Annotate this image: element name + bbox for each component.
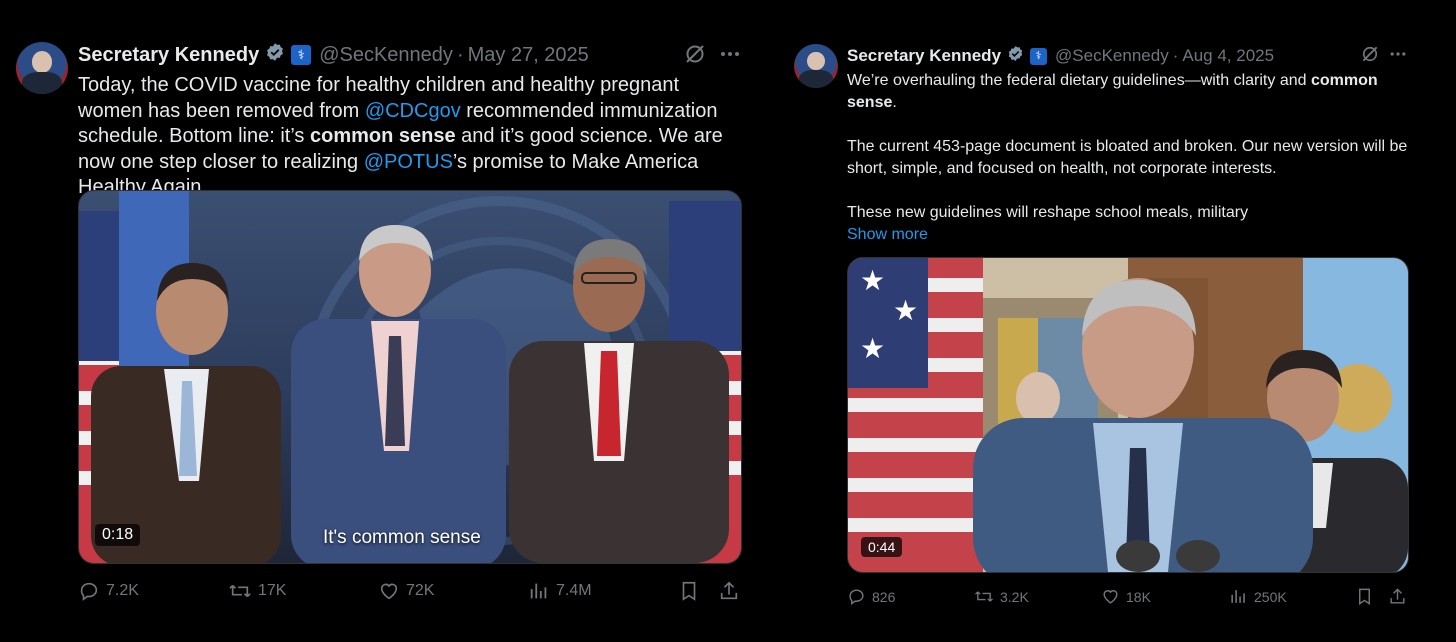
svg-text:★: ★ — [860, 333, 885, 364]
like-button[interactable]: 72K — [378, 580, 434, 602]
video-player[interactable]: ★ ★ ★ 0:44 — [847, 257, 1409, 573]
mention-link[interactable]: @CDCgov — [365, 100, 461, 122]
grok-icon[interactable] — [683, 42, 707, 71]
tweet-header: Secretary Kennedy ⚕ @SecKennedy · May 27… — [78, 42, 589, 68]
separator: · — [1172, 46, 1179, 65]
tweet-text: We’re overhauling the federal dietary gu… — [847, 70, 1412, 246]
reply-icon — [847, 587, 866, 606]
post-date[interactable]: May 27, 2025 — [468, 44, 589, 67]
text-part: We’re overhauling the federal dietary gu… — [847, 72, 1311, 89]
paragraph-1: We’re overhauling the federal dietary gu… — [847, 70, 1412, 114]
reply-count: 7.2K — [106, 582, 139, 599]
paragraph-2: The current 453-page document is bloated… — [847, 138, 1408, 177]
bookmark-icon[interactable] — [1355, 587, 1374, 609]
views-icon — [1229, 587, 1248, 606]
repost-button[interactable]: 17K — [228, 580, 286, 602]
share-icon[interactable] — [718, 580, 740, 607]
avatar[interactable] — [16, 42, 68, 94]
like-count: 72K — [406, 582, 435, 599]
repost-count: 17K — [258, 582, 287, 599]
author-handle[interactable]: @SecKennedy — [319, 44, 453, 67]
bold-text: common sense — [309, 125, 456, 147]
verified-badge-icon — [265, 42, 285, 68]
repost-icon — [228, 580, 252, 602]
more-icon[interactable] — [718, 42, 742, 71]
verified-badge-icon — [1007, 45, 1024, 67]
government-badge-icon: ⚕ — [1030, 47, 1048, 65]
show-more-link[interactable]: Show more — [847, 224, 1412, 246]
reply-button[interactable]: 7.2K — [78, 580, 139, 602]
video-frame: ★ ★ ★ — [848, 258, 1408, 572]
more-icon[interactable] — [1388, 44, 1408, 69]
views-count: 7.4M — [556, 582, 592, 599]
views-button[interactable]: 250K — [1229, 587, 1287, 606]
video-timer: 0:44 — [861, 537, 903, 557]
views-count: 250K — [1254, 588, 1287, 605]
avatar[interactable] — [794, 44, 838, 88]
author-handle[interactable]: @SecKennedy — [1055, 46, 1169, 66]
like-button[interactable]: 18K — [1101, 587, 1151, 606]
svg-text:★: ★ — [860, 265, 885, 296]
video-caption: It's common sense — [323, 527, 481, 548]
like-count: 18K — [1126, 588, 1151, 605]
bookmark-icon[interactable] — [678, 580, 700, 607]
paragraph-3: These new guidelines will reshape school… — [847, 204, 1249, 221]
mention-link[interactable]: @POTUS — [364, 151, 453, 173]
author-name[interactable]: Secretary Kennedy — [847, 46, 1001, 66]
views-button[interactable]: 7.4M — [528, 580, 592, 602]
video-frame — [79, 191, 741, 563]
video-timer: 0:18 — [95, 524, 141, 546]
like-icon — [1101, 587, 1120, 606]
tweet-header: Secretary Kennedy ⚕ @SecKennedy · Aug 4,… — [847, 45, 1274, 67]
tweet-text: Today, the COVID vaccine for healthy chi… — [78, 73, 746, 201]
share-icon[interactable] — [1388, 587, 1407, 609]
svg-text:★: ★ — [893, 295, 918, 326]
tweet-2[interactable]: Secretary Kennedy ⚕ @SecKennedy · Aug 4,… — [776, 0, 1456, 642]
text-part: . — [892, 94, 897, 111]
tweet-1[interactable]: Secretary Kennedy ⚕ @SecKennedy · May 27… — [0, 0, 760, 642]
grok-icon[interactable] — [1360, 44, 1380, 69]
post-date[interactable]: Aug 4, 2025 — [1182, 46, 1274, 66]
repost-button[interactable]: 3.2K — [974, 587, 1029, 606]
reply-icon — [78, 580, 100, 602]
video-player[interactable]: 0:18 It's common sense — [78, 190, 742, 564]
reply-button[interactable]: 826 — [847, 587, 895, 606]
action-bar: 826 3.2K 18K 250K — [847, 587, 1407, 609]
repost-count: 3.2K — [1000, 588, 1029, 605]
author-name[interactable]: Secretary Kennedy — [78, 44, 259, 67]
action-bar: 7.2K 17K 72K 7.4M — [78, 580, 740, 606]
government-badge-icon: ⚕ — [291, 45, 312, 65]
separator: · — [456, 43, 464, 66]
repost-icon — [974, 587, 994, 606]
views-icon — [528, 580, 550, 602]
like-icon — [378, 580, 400, 602]
reply-count: 826 — [872, 588, 896, 605]
